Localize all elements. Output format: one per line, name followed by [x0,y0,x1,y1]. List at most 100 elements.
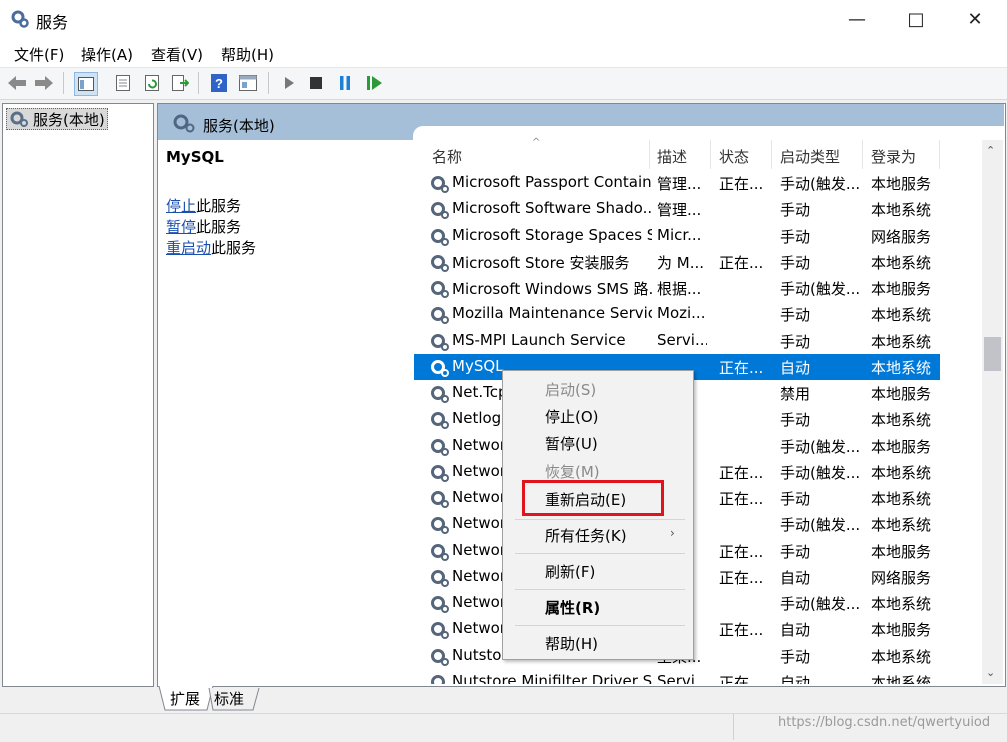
table-row[interactable]: Microsoft Passport Container 管理... 正在... 手动… [414,170,940,196]
submenu-chevron-icon: › [670,526,675,540]
service-gear-icon [431,596,449,613]
menu-item-properties[interactable]: 属性(R) [545,597,600,618]
cell-name: Microsoft Software Shado... [452,199,652,217]
action-suffix: 此服务 [211,239,257,257]
table-row[interactable]: Microsoft Software Shado... 管理... 手动 本地系统 [414,196,940,222]
menu-view[interactable]: 查看(V) [151,44,203,65]
help-icon[interactable]: ? [208,72,230,94]
toolbar-divider [268,72,269,94]
cell-desc: Servi... [657,672,707,684]
action-suffix: 此服务 [196,197,242,215]
column-name[interactable]: 名称 [432,146,462,167]
cell-name: Nutstore Minifilter Driver S... [452,672,652,684]
menu-item-refresh[interactable]: 刷新(F) [545,561,595,582]
service-gear-icon [431,412,449,429]
table-row[interactable]: Microsoft Store 安装服务 为 M... 正在... 手动 本地系统 [414,249,940,275]
cell-name: Microsoft Passport Container [452,173,652,191]
menu-file[interactable]: 文件(F) [14,44,64,65]
cell-logon: 网络服务 [871,228,932,246]
cell-startup: 手动 [780,201,811,219]
menu-action[interactable]: 操作(A) [81,44,133,65]
cell-logon: 本地服务 [871,385,932,403]
export-list-icon[interactable] [169,72,191,94]
resume-icon[interactable] [364,72,386,94]
table-row[interactable]: Mozilla Maintenance Service Mozi... 手动 本地系统 [414,301,940,327]
column-divider[interactable] [649,140,650,169]
menu-help[interactable]: 帮助(H) [221,44,274,65]
cell-startup: 手动(触发... [780,438,860,456]
scroll-up-icon[interactable]: ⌃ [986,144,995,157]
cell-startup: 自动 [780,621,811,639]
tab-standard[interactable]: 标准 [214,688,244,710]
stop-service-link[interactable]: 停止 [166,197,196,215]
restart-service-link[interactable]: 重启动 [166,239,211,257]
service-gear-icon [431,386,449,403]
cell-startup: 自动 [780,674,811,684]
back-arrow-icon[interactable] [6,72,28,94]
service-gear-icon [431,491,449,508]
menu-item-all-tasks[interactable]: 所有任务(K) [545,525,627,546]
forward-arrow-icon[interactable] [33,72,55,94]
console-view-icon[interactable] [237,72,259,94]
column-description[interactable]: 描述 [657,146,687,167]
table-row[interactable]: MS-MPI Launch Service Servi... 手动 本地系统 [414,328,940,354]
cell-startup: 手动 [780,543,811,561]
cell-name: MS-MPI Launch Service [452,331,626,349]
toolbar-divider [63,72,64,94]
cell-logon: 本地系统 [871,516,932,534]
cell-startup: 手动 [780,228,811,246]
cell-name: Microsoft Windows SMS 路... [452,280,652,298]
column-logon-as[interactable]: 登录为 [871,146,916,167]
pause-service-link[interactable]: 暂停 [166,218,196,236]
action-stop-service: 停止此服务 [166,195,241,216]
scrollbar-thumb[interactable] [984,337,1001,371]
close-button[interactable]: ✕ [952,0,998,39]
service-gear-icon [431,439,449,456]
services-gear-icon [11,10,29,28]
cell-logon: 本地服务 [871,543,932,561]
watermark: https://blog.csdn.net/qwertyuiod [778,715,991,730]
cell-desc: 管理... [657,201,702,219]
column-divider[interactable] [862,140,863,169]
table-row[interactable]: Nutstore Minifilter Driver S... Servi... 正… [414,669,940,684]
minimize-button[interactable]: — [834,0,880,39]
maximize-button[interactable]: □ [893,0,939,39]
column-startup-type[interactable]: 启动类型 [780,146,840,167]
service-gear-icon [431,255,449,272]
selected-service-name: MySQL [166,148,224,166]
action-pause-service: 暂停此服务 [166,216,241,237]
play-icon[interactable] [278,72,300,94]
cell-logon: 网络服务 [871,569,932,587]
table-row[interactable]: Microsoft Windows SMS 路... 根据... 手动(触发... 本… [414,275,940,301]
vertical-scrollbar[interactable] [982,140,1003,684]
properties-sheet-icon[interactable] [112,72,134,94]
scroll-down-icon[interactable]: ⌄ [986,666,995,679]
cell-logon: 本地服务 [871,280,932,298]
column-divider[interactable] [710,140,711,169]
menu-item-help[interactable]: 帮助(H) [545,633,598,654]
cell-desc: 为 M... [657,254,705,272]
cell-status: 正在... [719,359,764,377]
cell-desc: 管理... [657,175,702,193]
pause-icon[interactable] [334,72,356,94]
refresh-icon[interactable] [141,72,163,94]
column-divider[interactable] [771,140,772,169]
stop-icon[interactable] [305,72,327,94]
table-row[interactable]: Microsoft Storage Spaces S... Micr... 手动 网络… [414,223,940,249]
menu-separator [515,553,685,554]
service-gear-icon [431,544,449,561]
service-gear-icon [431,570,449,587]
cell-logon: 本地系统 [871,359,932,377]
column-status[interactable]: 状态 [719,146,749,167]
menu-item-stop[interactable]: 停止(O) [545,406,599,427]
menu-item-start: 启动(S) [545,381,597,399]
column-divider[interactable] [939,140,940,169]
tab-extended[interactable]: 扩展 [170,688,200,710]
menu-item-pause[interactable]: 暂停(U) [545,433,598,454]
service-gear-icon [431,517,449,534]
show-hide-tree-icon[interactable] [74,72,98,96]
status-divider [733,714,734,740]
cell-logon: 本地系统 [871,464,932,482]
cell-status: 正在... [719,464,764,482]
cell-status: 正在... [719,674,764,684]
